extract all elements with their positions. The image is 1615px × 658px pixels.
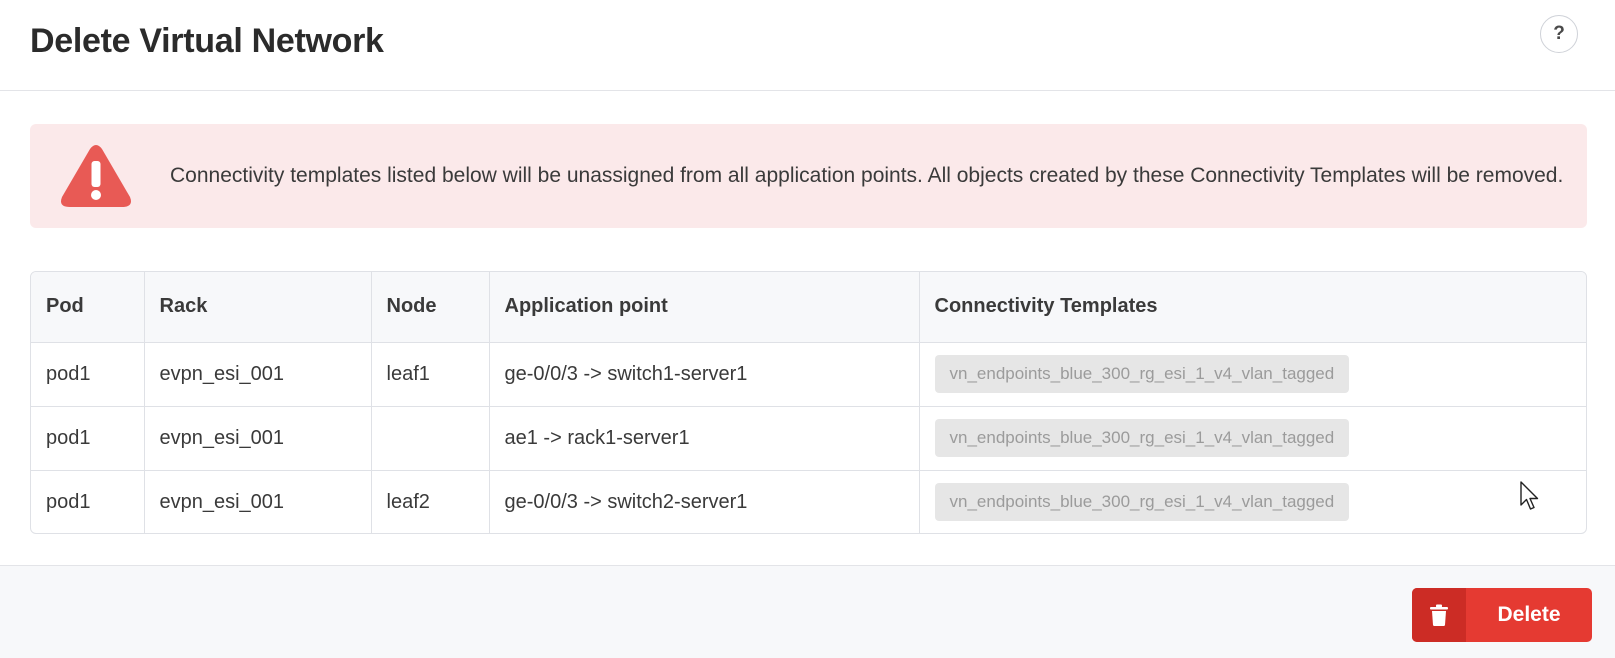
warning-triangle-icon [61,145,131,207]
cell-template: vn_endpoints_blue_300_rg_esi_1_v4_vlan_t… [919,342,1586,406]
table-row: pod1 evpn_esi_001 ae1 -> rack1-server1 v… [31,406,1586,470]
delete-button-label: Delete [1497,603,1561,626]
cell-template: vn_endpoints_blue_300_rg_esi_1_v4_vlan_t… [919,406,1586,470]
alert-message: Connectivity templates listed below will… [170,164,1564,187]
table-row: pod1 evpn_esi_001 leaf2 ge-0/0/3 -> swit… [31,470,1586,533]
page-title: Delete Virtual Network [30,22,384,60]
table-header-row: Pod Rack Node Application point Connecti… [31,272,1586,343]
cell-application-point: ae1 -> rack1-server1 [489,406,920,470]
cell-rack: evpn_esi_001 [144,470,372,533]
column-header-pod[interactable]: Pod [31,272,145,343]
template-tag: vn_endpoints_blue_300_rg_esi_1_v4_vlan_t… [934,483,1350,522]
column-header-connectivity-templates[interactable]: Connectivity Templates [919,272,1586,343]
cell-node [371,406,490,470]
cell-rack: evpn_esi_001 [144,406,372,470]
dialog-header: Delete Virtual Network ? [0,0,1615,91]
cell-rack: evpn_esi_001 [144,342,372,406]
cell-pod: pod1 [31,470,145,533]
cell-pod: pod1 [31,406,145,470]
warning-alert: Connectivity templates listed below will… [30,124,1587,228]
cell-template: vn_endpoints_blue_300_rg_esi_1_v4_vlan_t… [919,470,1586,533]
help-button[interactable]: ? [1540,15,1578,53]
delete-button[interactable]: Delete [1412,588,1592,642]
column-header-rack[interactable]: Rack [144,272,372,343]
table-row: pod1 evpn_esi_001 leaf1 ge-0/0/3 -> swit… [31,342,1586,406]
cell-application-point: ge-0/0/3 -> switch2-server1 [489,470,920,533]
cell-node: leaf2 [371,470,490,533]
dialog-footer: Delete [0,565,1615,658]
column-header-application-point[interactable]: Application point [489,272,920,343]
cell-application-point: ge-0/0/3 -> switch1-server1 [489,342,920,406]
trash-icon [1412,588,1466,642]
column-header-node[interactable]: Node [371,272,490,343]
template-tag: vn_endpoints_blue_300_rg_esi_1_v4_vlan_t… [934,419,1350,457]
connectivity-table: Pod Rack Node Application point Connecti… [30,271,1587,534]
mouse-cursor-icon [1520,481,1539,510]
template-tag: vn_endpoints_blue_300_rg_esi_1_v4_vlan_t… [934,355,1350,393]
cell-pod: pod1 [31,342,145,406]
cell-node: leaf1 [371,342,490,406]
